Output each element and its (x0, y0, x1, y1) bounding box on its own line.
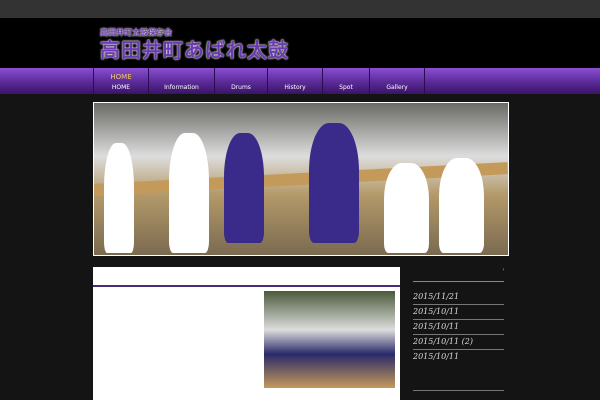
nav-home-jp: HOME (110, 73, 132, 81)
hero-figure (384, 163, 429, 253)
post-thumbnail[interactable] (264, 291, 395, 388)
site-header: 高田井町太鼓保存会 高田井町あばれ太鼓 (0, 18, 600, 68)
hero-figure (104, 143, 134, 253)
sidebar-post-link[interactable]: 2015/10/11 (2) (413, 335, 504, 350)
main-nav: HOME HOME Information Drums History Spot … (0, 68, 600, 94)
nav-label: HOME (111, 84, 131, 91)
nav-drums[interactable]: Drums (215, 68, 268, 94)
nav-label: History (284, 84, 306, 91)
nav-history[interactable]: History (268, 68, 323, 94)
top-bar (0, 0, 600, 18)
nav-label: Spot (339, 84, 353, 91)
sidebar-post-link[interactable]: 2015/10/11 (413, 320, 504, 335)
sidebar-heading: ' (413, 268, 504, 282)
nav-spot[interactable]: Spot (323, 68, 370, 94)
sidebar-post-link[interactable]: 2015/10/11 (413, 305, 504, 320)
sidebar-post-link[interactable]: 2015/11/21 (413, 290, 504, 305)
sidebar-divider (413, 390, 504, 391)
sidebar: ' 2015/11/21 2015/10/11 2015/10/11 2015/… (413, 268, 504, 391)
main-content (93, 267, 400, 400)
nav-label: Drums (231, 84, 251, 91)
nav-information[interactable]: Information (149, 68, 215, 94)
nav-label: Information (164, 84, 199, 91)
sidebar-post-link[interactable]: 2015/10/11 (413, 350, 504, 364)
hero-figure (439, 158, 484, 253)
hero-figure (309, 123, 359, 243)
logo-subtitle: 高田井町太鼓保存会 (100, 28, 172, 37)
hero-figure (224, 133, 264, 243)
nav-label: Gallery (386, 84, 408, 91)
site-logo[interactable]: 高田井町太鼓保存会 高田井町あばれ太鼓 (100, 27, 289, 62)
nav-home[interactable]: HOME HOME (94, 68, 149, 94)
content-divider (93, 285, 400, 287)
nav-gallery[interactable]: Gallery (370, 68, 425, 94)
logo-title: 高田井町あばれ太鼓 (100, 38, 289, 62)
hero-figure (169, 133, 209, 253)
hero-image (93, 102, 509, 256)
